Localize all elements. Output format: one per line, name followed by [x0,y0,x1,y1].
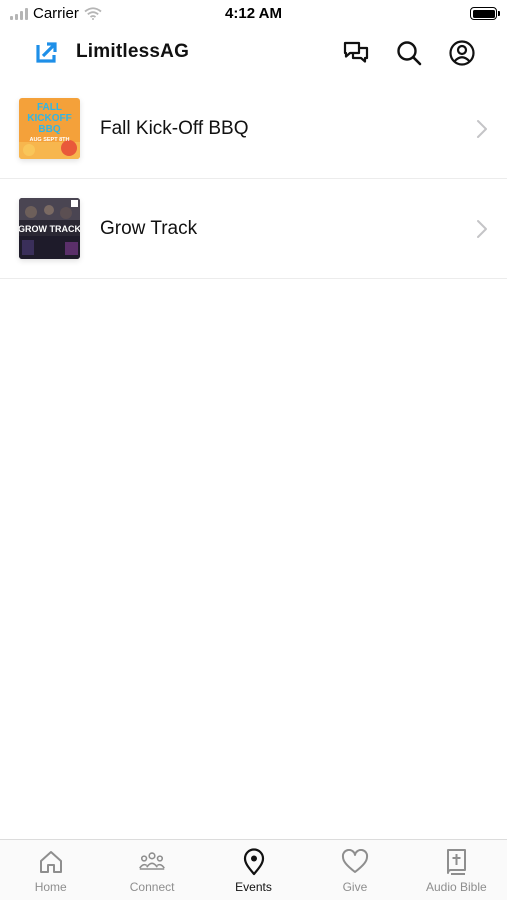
tab-label: Audio Bible [425,880,487,894]
status-time: 4:12 AM [225,5,282,22]
chevron-right-icon [477,219,487,238]
bible-icon [447,849,467,875]
tab-home[interactable]: Home [0,840,101,900]
app-header: LimitlessAG [0,30,507,76]
event-title: Fall Kick-Off BBQ [100,117,249,139]
status-bar: Carrier 4:12 AM [0,0,507,28]
battery-icon [470,7,500,20]
event-thumbnail: GROW TRACK [19,198,80,259]
profile-button[interactable] [447,39,477,67]
profile-icon [449,40,475,66]
limitless-logo-icon [36,42,57,63]
tab-give[interactable]: Give [304,840,405,900]
tab-audio-bible[interactable]: Audio Bible [406,840,507,900]
tab-label: Events [235,880,272,894]
event-list: FALL KICKOFF BBQ AUG SEPT 8TH Fall Kick-… [0,79,507,279]
tab-bar: Home Connect Events Give Audio Bible [0,839,507,900]
event-thumbnail: FALL KICKOFF BBQ AUG SEPT 8TH [19,98,80,159]
heart-icon [341,849,368,873]
tab-events[interactable]: Events [203,840,304,900]
thumb-line-1: GROW TRACK [19,224,80,234]
chevron-right-icon [477,119,487,138]
screen: Carrier 4:12 AM LimitlessAG FALL KICKOFF… [0,0,507,900]
tab-label: Give [342,880,368,894]
thumb-line-2: KICKOFF [27,113,71,124]
thumb-line-4: AUG SEPT 8TH [29,137,69,143]
grow-track-image: GROW TRACK [19,198,80,259]
app-title: LimitlessAG [76,41,190,62]
thumb-line-1: FALL [37,102,62,113]
tab-label: Connect [129,880,175,894]
thumb-line-3: BBQ [38,124,60,135]
location-pin-icon [243,848,264,876]
tab-label: Home [34,880,67,894]
search-button[interactable] [394,39,424,67]
event-title: Grow Track [100,217,198,239]
people-icon [139,852,166,870]
home-icon [39,851,62,873]
chat-button[interactable] [341,39,371,67]
event-row-grow-track[interactable]: GROW TRACK Grow Track [0,179,507,279]
chat-icon [343,41,369,63]
search-icon [397,41,422,66]
bbq-flyer-image: FALL KICKOFF BBQ AUG SEPT 8TH [19,98,80,159]
header-actions [341,39,477,67]
tab-connect[interactable]: Connect [101,840,202,900]
event-row-fall-kickoff-bbq[interactable]: FALL KICKOFF BBQ AUG SEPT 8TH Fall Kick-… [0,79,507,179]
brand: LimitlessAG [36,41,189,63]
